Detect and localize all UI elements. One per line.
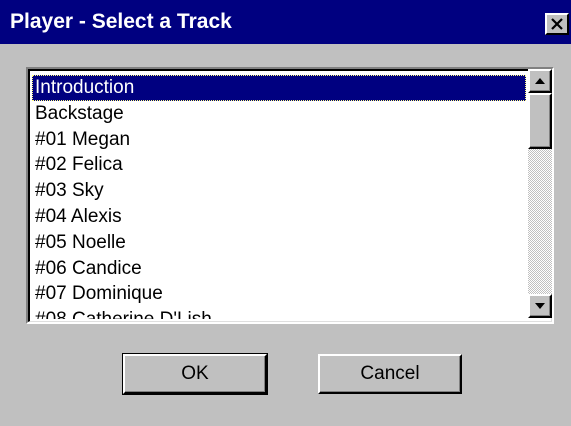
track-list: Introduction Backstage #01 Megan #02 Felica… xyxy=(32,75,526,319)
list-item[interactable]: #02 Felica xyxy=(32,152,526,178)
list-item[interactable]: #07 Dominique xyxy=(32,281,526,307)
list-item[interactable]: #08 Catherine D'Lish xyxy=(32,307,526,319)
list-item[interactable]: #04 Alexis xyxy=(32,204,526,230)
list-item[interactable]: #06 Candice xyxy=(32,256,526,282)
scroll-up-button[interactable] xyxy=(528,69,552,93)
list-item[interactable]: #05 Noelle xyxy=(32,230,526,256)
scroll-down-button[interactable] xyxy=(528,294,552,318)
title-bar[interactable]: Player - Select a Track xyxy=(0,0,571,44)
list-item[interactable]: Introduction xyxy=(32,75,526,101)
list-item[interactable]: #03 Sky xyxy=(32,178,526,204)
vertical-scrollbar[interactable] xyxy=(528,69,552,318)
close-button[interactable] xyxy=(545,13,569,35)
window-title: Player - Select a Track xyxy=(10,10,232,33)
list-item[interactable]: #01 Megan xyxy=(32,127,526,153)
list-item[interactable]: Backstage xyxy=(32,101,526,127)
ok-button[interactable]: OK xyxy=(122,353,268,395)
arrow-down-icon xyxy=(535,303,545,309)
close-icon xyxy=(551,18,563,30)
scroll-thumb[interactable] xyxy=(528,93,552,149)
track-listbox[interactable]: Introduction Backstage #01 Megan #02 Felica… xyxy=(26,67,554,324)
cancel-button[interactable]: Cancel xyxy=(318,354,462,394)
dialog-window: Player - Select a Track Introduction Back… xyxy=(0,0,571,426)
arrow-up-icon xyxy=(535,78,545,84)
